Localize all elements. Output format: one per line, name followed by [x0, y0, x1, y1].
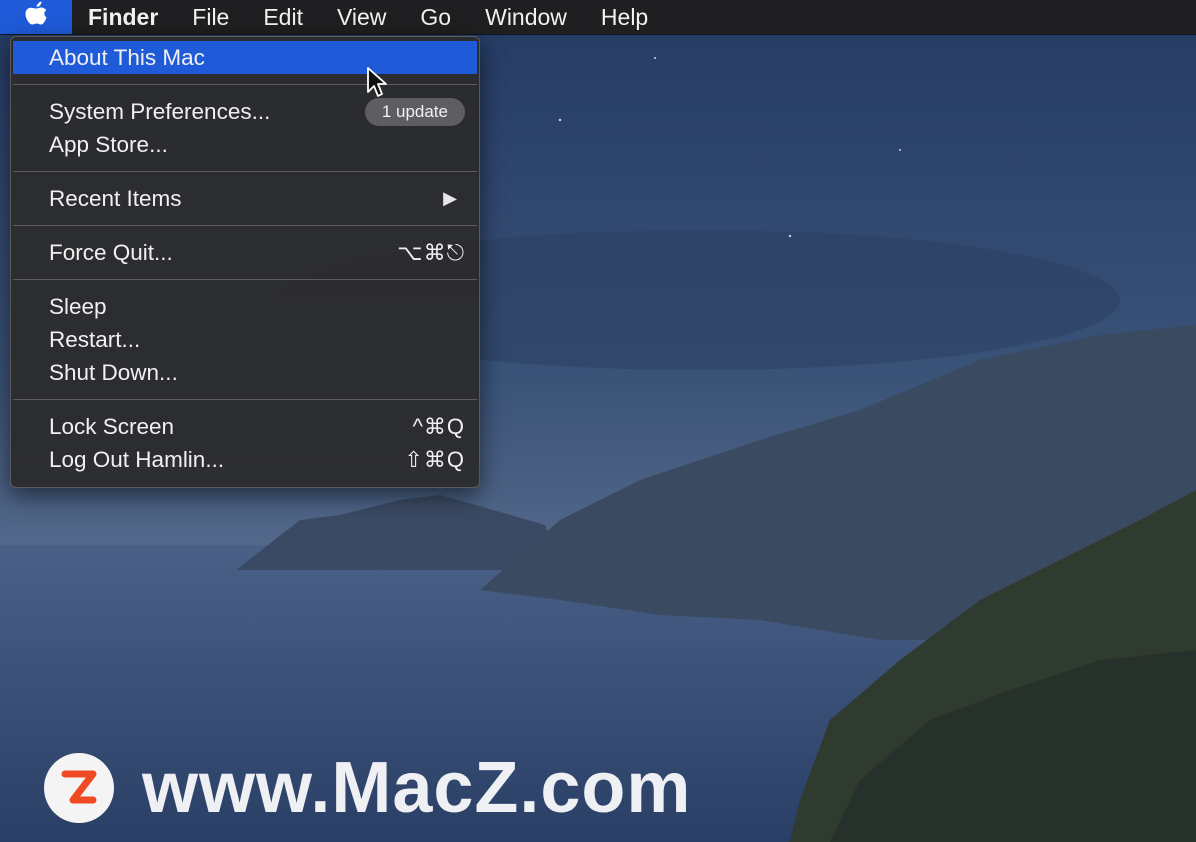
menu-item-lock-screen[interactable]: Lock Screen ^⌘Q: [11, 410, 479, 443]
menu-item-app-store[interactable]: App Store...: [11, 128, 479, 161]
macz-logo-icon: [44, 753, 114, 823]
menu-item-restart[interactable]: Restart...: [11, 323, 479, 356]
menu-item-shut-down[interactable]: Shut Down...: [11, 356, 479, 389]
keyboard-shortcut: ^⌘Q: [412, 413, 465, 439]
menubar-item-file[interactable]: File: [175, 0, 246, 34]
menubar-item-go[interactable]: Go: [403, 0, 468, 34]
menu-item-label: Lock Screen: [49, 413, 175, 439]
menu-bar: Finder File Edit View Go Window Help: [0, 0, 1196, 34]
apple-dropdown-menu: About This Mac System Preferences... 1 u…: [10, 36, 480, 488]
menu-item-label: Log Out Hamlin...: [49, 446, 225, 472]
menu-item-label: Recent Items: [49, 185, 182, 211]
menu-item-label: About This Mac: [49, 44, 205, 70]
menu-separator: [13, 279, 477, 280]
menu-item-recent-items[interactable]: Recent Items ▶: [11, 182, 479, 215]
menu-item-label: Sleep: [49, 293, 107, 319]
menu-item-force-quit[interactable]: Force Quit... ⌥⌘⎋: [11, 236, 479, 269]
menubar-item-window[interactable]: Window: [468, 0, 584, 34]
menu-separator: [13, 225, 477, 226]
submenu-arrow-icon: ▶: [443, 188, 457, 208]
watermark-text: www.MacZ.com: [142, 748, 692, 828]
menu-separator: [13, 399, 477, 400]
menu-item-label: System Preferences...: [49, 98, 271, 124]
menubar-item-view[interactable]: View: [320, 0, 403, 34]
menubar-item-edit[interactable]: Edit: [246, 0, 320, 34]
menubar-item-finder[interactable]: Finder: [72, 0, 175, 34]
menu-item-label: Restart...: [49, 326, 141, 352]
menu-item-about-this-mac[interactable]: About This Mac: [13, 41, 477, 74]
keyboard-shortcut: ⌥⌘⎋: [397, 239, 465, 265]
apple-menu-button[interactable]: [0, 0, 72, 34]
menu-item-sleep[interactable]: Sleep: [11, 290, 479, 323]
menu-item-label: App Store...: [49, 131, 168, 157]
menu-item-log-out[interactable]: Log Out Hamlin... ⇧⌘Q: [11, 443, 479, 476]
menu-separator: [13, 84, 477, 85]
menu-item-label: Shut Down...: [49, 359, 178, 385]
menu-item-system-preferences[interactable]: System Preferences... 1 update: [11, 95, 479, 128]
menu-separator: [13, 171, 477, 172]
menubar-item-help[interactable]: Help: [584, 0, 665, 34]
apple-logo-icon: [23, 0, 49, 35]
mouse-pointer-icon: [366, 66, 388, 103]
watermark: www.MacZ.com: [44, 752, 691, 824]
menu-item-label: Force Quit...: [49, 239, 173, 265]
keyboard-shortcut: ⇧⌘Q: [404, 446, 465, 472]
